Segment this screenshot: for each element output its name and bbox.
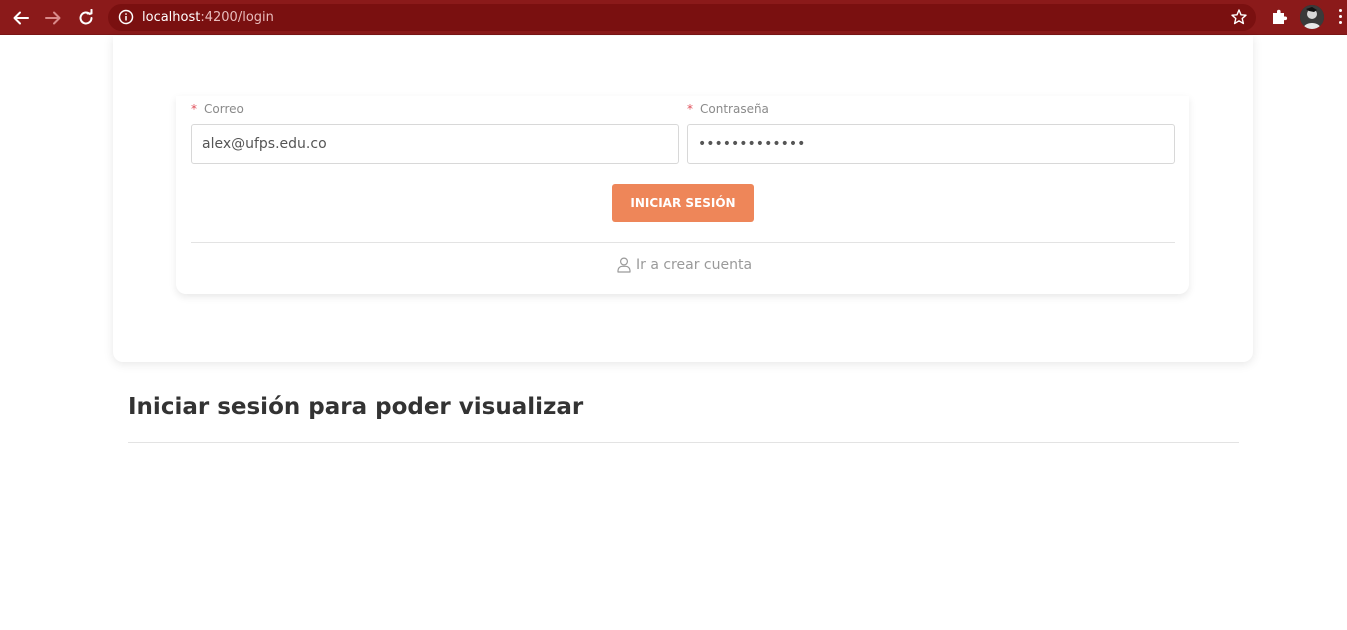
password-label-text: Contraseña xyxy=(700,102,769,116)
puzzle-icon[interactable] xyxy=(1270,8,1288,26)
divider xyxy=(191,242,1175,243)
arrow-right-icon xyxy=(45,11,61,25)
email-label: * Correo xyxy=(191,102,244,116)
address-bar[interactable]: localhost:4200/login xyxy=(108,4,1256,31)
star-icon[interactable] xyxy=(1230,8,1248,26)
url-text[interactable]: localhost:4200/login xyxy=(142,9,274,26)
arrow-left-icon xyxy=(13,11,29,25)
heading-divider xyxy=(128,442,1239,443)
kebab-menu-icon[interactable] xyxy=(1338,9,1344,27)
profile-picture xyxy=(1300,5,1324,29)
password-field[interactable] xyxy=(687,124,1175,164)
url-path: :4200/login xyxy=(200,10,274,25)
email-field[interactable] xyxy=(191,124,679,164)
password-label: * Contraseña xyxy=(687,102,769,116)
info-icon[interactable] xyxy=(118,9,134,25)
login-container-card: * Correo * Contraseña INICIAR SESIÓN Ir a … xyxy=(113,36,1253,362)
page-title: Iniciar sesión para poder visualizar xyxy=(128,394,584,420)
avatar[interactable] xyxy=(1300,5,1324,29)
user-icon xyxy=(617,257,631,273)
browser-toolbar: localhost:4200/login xyxy=(0,0,1347,35)
url-host: localhost xyxy=(142,10,201,25)
reload-icon xyxy=(79,9,93,25)
reload-button[interactable] xyxy=(74,6,98,30)
login-button[interactable]: INICIAR SESIÓN xyxy=(612,184,754,222)
required-mark: * xyxy=(191,102,197,116)
create-account-label: Ir a crear cuenta xyxy=(636,257,753,273)
required-mark: * xyxy=(687,102,693,116)
create-account-link[interactable]: Ir a crear cuenta xyxy=(617,257,752,273)
login-form-card: * Correo * Contraseña INICIAR SESIÓN Ir a … xyxy=(176,96,1189,294)
back-button[interactable] xyxy=(9,6,33,30)
email-label-text: Correo xyxy=(204,102,244,116)
forward-button[interactable] xyxy=(41,6,65,30)
